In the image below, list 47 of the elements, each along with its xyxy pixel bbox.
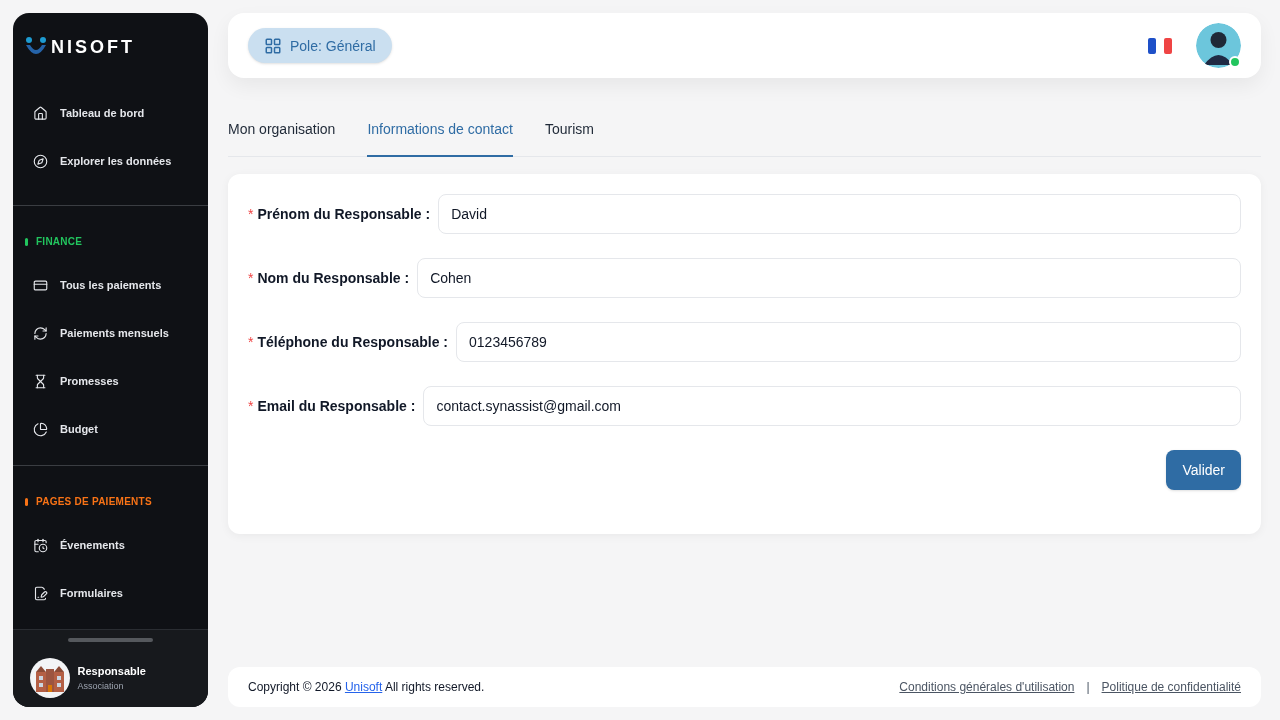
field-label: Email du Responsable :	[257, 397, 416, 416]
nav-item[interactable]: Formulaires	[13, 569, 208, 617]
calendar-clock-icon	[33, 537, 48, 553]
field-label: Nom du Responsable :	[257, 269, 410, 288]
footer-link[interactable]: Politique de confidentialité	[1101, 679, 1241, 695]
nav-item[interactable]: Évenements	[13, 521, 208, 569]
logo-icon	[25, 37, 47, 57]
footer-link[interactable]: Conditions générales d'utilisation	[899, 679, 1075, 695]
nav-item[interactable]: Budget	[13, 405, 208, 453]
document-pen-icon	[33, 585, 48, 601]
copyright-text: Copyright © 2026 Unisoft All rights reserved.	[248, 679, 485, 695]
avatar[interactable]	[1196, 23, 1241, 68]
tab[interactable]: Tourism	[544, 114, 594, 156]
nav-item[interactable]: Explorer les données	[13, 137, 208, 185]
validate-button[interactable]: Valider	[1166, 450, 1241, 490]
refresh-icon	[33, 325, 48, 341]
required-mark: *	[248, 205, 254, 224]
user-role: Association	[77, 679, 125, 693]
separator: |	[1086, 679, 1090, 695]
field-label: Prénom du Responsable :	[257, 205, 431, 224]
nav-item[interactable]: Promesses	[13, 357, 208, 405]
pie-chart-icon	[33, 421, 48, 437]
credit-card-icon	[33, 277, 48, 293]
section-title: FINANCE	[36, 235, 83, 249]
grid-icon	[264, 36, 282, 55]
nav-item[interactable]: Tableau de bord	[13, 89, 208, 137]
home-icon	[33, 105, 48, 121]
nav-item[interactable]: Tous les paiements	[13, 261, 208, 309]
flag-icon	[1148, 37, 1172, 54]
tab[interactable]: Mon organisation	[228, 114, 336, 156]
required-mark: *	[248, 397, 254, 416]
nav-item[interactable]: Paiements mensuels	[13, 309, 208, 357]
text-field[interactable]: contact.synassist@gmail.com	[423, 386, 1241, 426]
text-field[interactable]: Cohen	[417, 258, 1241, 298]
hourglass-icon	[33, 373, 48, 389]
unisoft-link[interactable]: Unisoft	[344, 680, 383, 694]
text-field[interactable]: David	[438, 194, 1241, 234]
tab[interactable]: Informations de contact	[367, 114, 513, 157]
section-title: PAGES DE PAIEMENTS	[36, 495, 152, 509]
text-field[interactable]: 0123456789	[456, 322, 1241, 362]
required-mark: *	[248, 269, 254, 288]
pole-button[interactable]: Pole: Général	[248, 28, 392, 63]
field-label: Téléphone du Responsable :	[257, 333, 449, 352]
logo-text: NISOFT	[51, 36, 135, 59]
user-name: Responsable	[77, 664, 146, 679]
compass-icon	[33, 153, 48, 169]
required-mark: *	[248, 333, 254, 352]
